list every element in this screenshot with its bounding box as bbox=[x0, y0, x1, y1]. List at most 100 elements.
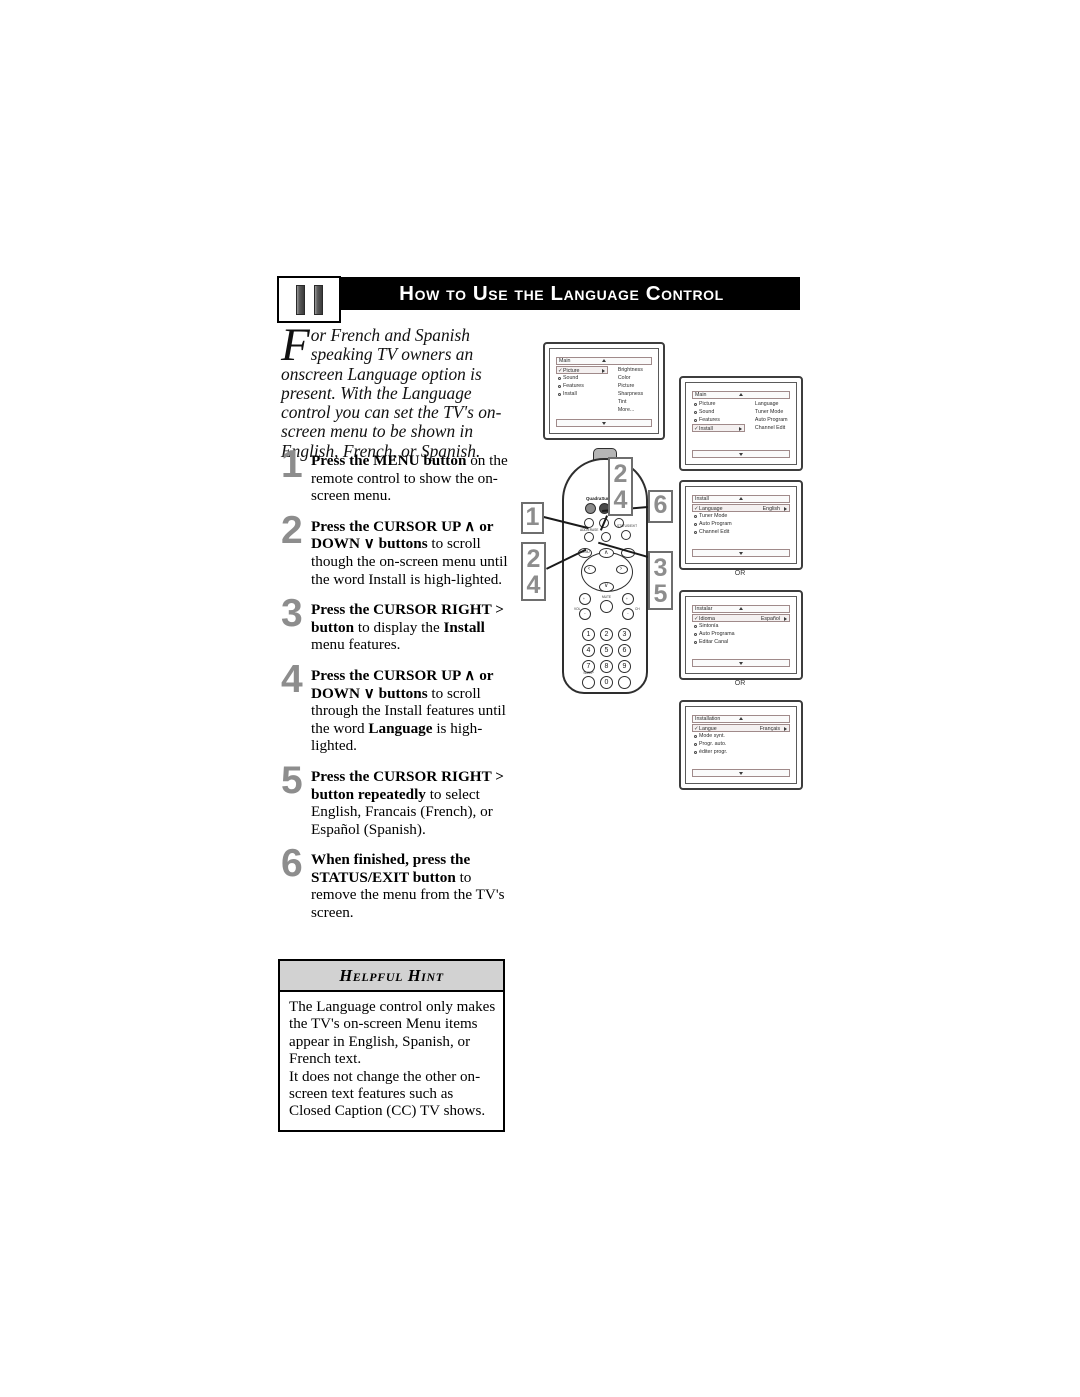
channel-up-button[interactable]: + bbox=[622, 593, 634, 605]
keypad-4[interactable]: 4 bbox=[582, 644, 595, 657]
scroll-up-arrow-icon[interactable] bbox=[739, 497, 743, 501]
volume-down-button[interactable]: − bbox=[579, 608, 591, 620]
osd-subitem[interactable]: Channel Edit bbox=[748, 424, 790, 432]
osd-subitem[interactable]: Picture bbox=[611, 382, 652, 390]
keypad-5[interactable]: 5 bbox=[600, 644, 613, 657]
osd-subitem-label: Brightness bbox=[617, 367, 643, 373]
osd-item[interactable]: Sintonía bbox=[692, 622, 790, 630]
osd-item[interactable]: Sound bbox=[692, 408, 745, 416]
keypad-2[interactable]: 2 bbox=[600, 628, 613, 641]
channel-down-button[interactable]: − bbox=[622, 608, 634, 620]
bullet-icon bbox=[557, 376, 561, 380]
bullet-icon bbox=[693, 418, 697, 422]
callout-step-24-bottom: 2 4 bbox=[521, 542, 546, 601]
osd-item-selected[interactable]: ✓ Language English bbox=[692, 504, 790, 512]
keypad-0[interactable]: 0 bbox=[600, 676, 613, 689]
volume-up-button[interactable]: + bbox=[579, 593, 591, 605]
hint-paragraph-2: It does not change the other on-screen t… bbox=[289, 1068, 486, 1120]
ok-small-button[interactable] bbox=[601, 532, 611, 542]
osd-subitem[interactable]: Brightness bbox=[611, 366, 652, 374]
add-erase-button[interactable] bbox=[584, 532, 594, 542]
intro-text: or French and Spanish speaking TV owners… bbox=[281, 325, 502, 461]
keypad-1[interactable]: 1 bbox=[582, 628, 595, 641]
bullet-icon bbox=[693, 530, 697, 534]
osd-item[interactable]: Progr. auto. bbox=[692, 740, 790, 748]
bullet-icon bbox=[557, 392, 561, 396]
osd-title-bar: Main bbox=[692, 391, 790, 399]
osd-item[interactable]: Auto Programa bbox=[692, 630, 790, 638]
osd-item[interactable]: Channel Edit bbox=[692, 528, 790, 536]
step-bold-lead: Press the MENU button bbox=[311, 452, 467, 469]
scroll-down-arrow-icon[interactable] bbox=[602, 422, 606, 426]
osd-columns: ✓ Picture Sound Features Install Brightn… bbox=[556, 366, 652, 414]
callout-step-24-top: 2 4 bbox=[608, 457, 633, 516]
osd-right-column: Language Tuner Mode Auto Program Channel… bbox=[745, 400, 790, 432]
step-number: 6 bbox=[281, 842, 303, 886]
scroll-up-arrow-icon[interactable] bbox=[739, 717, 743, 721]
status-exit-button[interactable] bbox=[621, 530, 631, 540]
keypad-3[interactable]: 3 bbox=[618, 628, 631, 641]
osd-subitem[interactable]: Tint bbox=[611, 398, 652, 406]
chevron-right-icon[interactable] bbox=[784, 617, 787, 622]
step-item: 1 Press the MENU button on the remote co… bbox=[281, 445, 519, 505]
osd-item-selected[interactable]: ✓ Langue Français bbox=[692, 724, 790, 732]
osd-item[interactable]: Sound bbox=[556, 374, 608, 382]
cursor-right-button[interactable] bbox=[616, 565, 628, 574]
check-icon: ✓ bbox=[694, 426, 699, 432]
tv-screen-inner: Main Picture Sound Features ✓ Install La… bbox=[685, 382, 797, 465]
osd-item[interactable]: Tuner Mode bbox=[692, 512, 790, 520]
chapter-number-badge: 11 bbox=[277, 276, 341, 323]
scroll-down-arrow-icon[interactable] bbox=[739, 453, 743, 457]
cursor-left-button[interactable] bbox=[584, 565, 596, 574]
keypad-extra[interactable] bbox=[618, 676, 631, 689]
bullet-icon bbox=[693, 514, 697, 518]
scroll-down-arrow-icon[interactable] bbox=[739, 772, 743, 776]
scroll-up-arrow-icon[interactable] bbox=[739, 607, 743, 611]
step-item: 4 Press the CURSOR UP ∧ or DOWN ∨ button… bbox=[281, 660, 519, 755]
scroll-up-arrow-icon[interactable] bbox=[739, 393, 743, 397]
surf-button-1[interactable] bbox=[585, 503, 596, 514]
mute-button[interactable] bbox=[600, 600, 613, 613]
step-text: Press the CURSOR UP ∧ or DOWN ∨ buttons … bbox=[311, 667, 519, 755]
osd-item[interactable]: éditer progr. bbox=[692, 748, 790, 756]
keypad-8[interactable]: 8 bbox=[600, 660, 613, 673]
osd-item[interactable]: Features bbox=[556, 382, 608, 390]
osd-subitem[interactable]: Sharpness bbox=[611, 390, 652, 398]
osd-item[interactable]: Editar Canal bbox=[692, 638, 790, 646]
chevron-right-icon[interactable] bbox=[784, 507, 787, 512]
osd-item[interactable]: Auto Program bbox=[692, 520, 790, 528]
osd-item[interactable]: Picture bbox=[692, 400, 745, 408]
tv-screen-main-install: Main Picture Sound Features ✓ Install La… bbox=[679, 376, 803, 471]
keypad-6[interactable]: 6 bbox=[618, 644, 631, 657]
osd-subitem[interactable]: More... bbox=[611, 406, 652, 414]
plus-icon: + bbox=[583, 596, 585, 601]
cursor-right-icon: › bbox=[620, 566, 622, 572]
osd-item-selected[interactable]: ✓ Idioma Español bbox=[692, 614, 790, 622]
scroll-down-arrow-icon[interactable] bbox=[739, 552, 743, 556]
osd-subitem[interactable]: Language bbox=[748, 400, 790, 408]
remote-control-illustration: QuadraSurf™ POWER ADD/ERASE STATUS/EXIT bbox=[544, 448, 664, 698]
osd-bottom-bar bbox=[692, 450, 790, 458]
osd-left-column: ✓ Language English Tuner Mode Auto Progr… bbox=[692, 504, 790, 536]
scroll-up-arrow-icon[interactable] bbox=[602, 359, 606, 363]
scroll-down-arrow-icon[interactable] bbox=[739, 662, 743, 666]
sleep-button[interactable] bbox=[582, 676, 595, 689]
osd-subitem[interactable]: Auto Program bbox=[748, 416, 790, 424]
osd-item[interactable]: Mode synt. bbox=[692, 732, 790, 740]
osd-item-label: Mode synt. bbox=[699, 733, 725, 739]
chevron-right-icon[interactable] bbox=[738, 427, 742, 432]
mute-label: MUTE bbox=[601, 595, 612, 599]
osd-subitem[interactable]: Tuner Mode bbox=[748, 408, 790, 416]
manual-page: How to Use the Language Control 11 For F… bbox=[0, 0, 1080, 1397]
osd-item[interactable]: Install bbox=[556, 390, 608, 398]
steps-list: 1 Press the MENU button on the remote co… bbox=[281, 445, 519, 935]
osd-subitem[interactable]: Color bbox=[611, 374, 652, 382]
chevron-right-icon[interactable] bbox=[601, 369, 605, 374]
bullet-icon bbox=[693, 402, 697, 406]
osd-item-selected[interactable]: ✓ Install bbox=[692, 424, 745, 432]
osd-item-label: Sintonía bbox=[699, 623, 719, 629]
keypad-9[interactable]: 9 bbox=[618, 660, 631, 673]
osd-item-selected[interactable]: ✓ Picture bbox=[556, 366, 608, 374]
osd-item[interactable]: Features bbox=[692, 416, 745, 424]
chevron-right-icon[interactable] bbox=[784, 727, 787, 732]
